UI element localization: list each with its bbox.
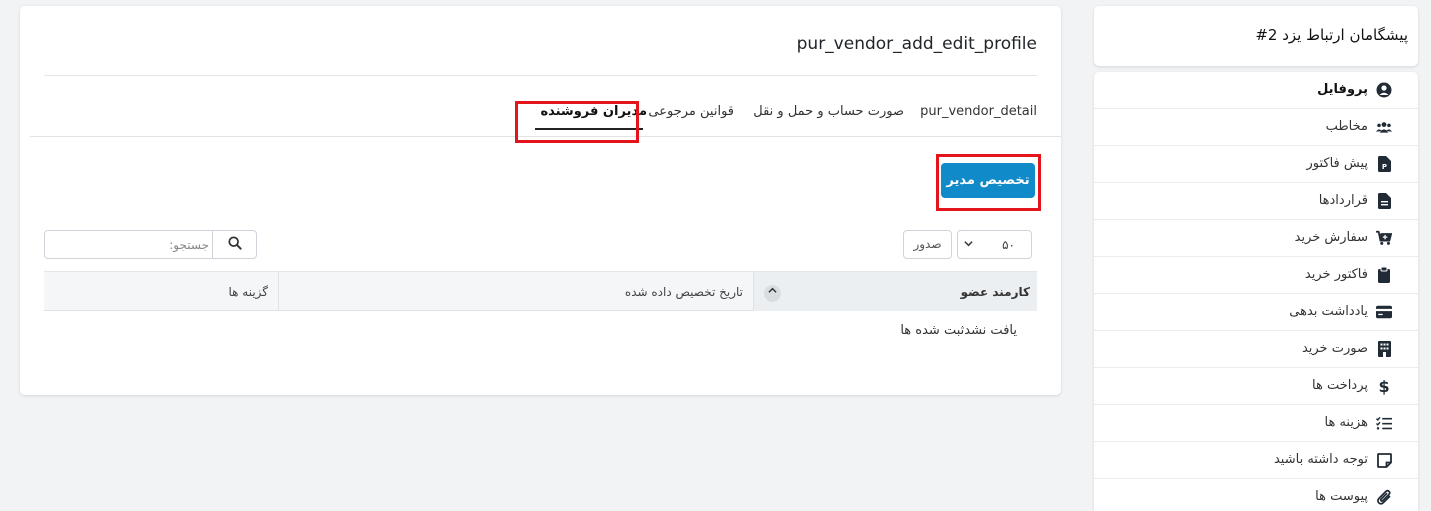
sidebar-item-label: پیش فاکتور [1306,156,1368,171]
tab-vendor-detail[interactable]: pur_vendor_detail [920,104,1037,119]
chevron-down-icon [964,239,973,251]
sidebar-item-label: مخاطب [1325,119,1368,134]
sidebar-item-label: یادداشت بدهی [1289,304,1368,319]
sidebar-item-label: صورت خرید [1301,341,1368,356]
company-card: #2 پیشگامان ارتباط یزد [1094,6,1418,66]
file-contract-icon [1376,193,1392,209]
tab-return-policies[interactable]: قوانین مرجوعی [648,104,734,119]
sidebar-item-notes[interactable]: توجه داشته باشید [1094,442,1418,479]
sidebar-item-label: پرداخت ها [1312,378,1368,393]
search-input[interactable] [49,234,209,255]
cart-plus-icon [1376,230,1392,246]
search-button[interactable] [212,231,256,258]
users-icon [1376,119,1392,135]
table-header: کارمند عضو تاریخ تخصیص داده شده گزینه ها [44,271,1037,311]
credit-card-icon [1376,304,1392,320]
file-invoice-icon: P [1376,156,1392,172]
svg-text:$: $ [1379,378,1389,395]
sidebar-item-label: سفارش خرید [1294,230,1368,245]
sticky-note-icon [1376,452,1392,468]
sidebar-item-label: توجه داشته باشید [1273,452,1368,467]
column-label: کارمند عضو [960,285,1030,299]
sidebar-item-debit-note[interactable]: یادداشت بدهی [1094,294,1418,331]
sidebar-item-label: قراردادها [1318,193,1368,208]
search-icon [227,235,242,254]
sidebar-item-purchase-statement[interactable]: صورت خرید [1094,331,1418,368]
button-highlight-box [936,154,1041,211]
clipboard-icon [1376,267,1392,283]
company-name: #2 پیشگامان ارتباط یزد [1255,26,1408,44]
column-label: تاریخ تخصیص داده شده [624,285,743,299]
page-title: pur_vendor_add_edit_profile [796,34,1037,54]
sidebar-item-profile[interactable]: پروفایل [1094,72,1418,109]
search-box [44,230,257,259]
empty-table-message: یافت نشدثبت شده ها [900,323,1017,338]
dollar-icon: $ [1376,378,1392,395]
sidebar-item-contacts[interactable]: مخاطب [1094,109,1418,146]
sidebar-item-contracts[interactable]: قراردادها [1094,183,1418,220]
user-circle-icon [1376,82,1392,98]
tab-highlight-box [515,101,639,143]
svg-text:P: P [1381,163,1386,171]
sidebar-item-label: هزینه ها [1324,415,1369,430]
sidebar-item-label: پیوست ها [1315,489,1368,504]
sort-icon [764,285,781,302]
sidebar-item-proforma[interactable]: P پیش فاکتور [1094,146,1418,183]
page-length-select[interactable]: ۵۰ [957,230,1032,259]
sidebar-item-expenses[interactable]: هزینه ها [1094,405,1418,442]
column-options: گزینه ها [44,272,279,311]
sidebar-item-payments[interactable]: $ پرداخت ها [1094,368,1418,405]
sidebar-item-purchase-invoice[interactable]: فاکتور خرید [1094,257,1418,294]
tab-billing-shipping[interactable]: صورت حساب و حمل و نقل [753,104,904,119]
list-check-icon [1376,415,1392,431]
sidebar-item-attachments[interactable]: پیوست ها [1094,479,1418,511]
building-icon [1376,341,1392,357]
export-button[interactable]: صدور [903,230,952,259]
column-member-staff[interactable]: کارمند عضو [754,272,1037,311]
column-date-assigned[interactable]: تاریخ تخصیص داده شده [279,272,754,311]
page-length-value: ۵۰ [1002,238,1015,252]
paperclip-icon [1376,489,1392,505]
vendor-profile-card: pur_vendor_add_edit_profile pur_vendor_d… [20,6,1061,395]
sidebar-item-label: فاکتور خرید [1304,267,1368,282]
title-divider [44,75,1037,76]
sidebar-item-label: پروفایل [1317,82,1368,97]
sidebar-item-purchase-order[interactable]: سفارش خرید [1094,220,1418,257]
column-label: گزینه ها [228,285,268,299]
profile-menu: پروفایل مخاطب P پیش فاکتور قراردادها سفا… [1094,72,1418,511]
